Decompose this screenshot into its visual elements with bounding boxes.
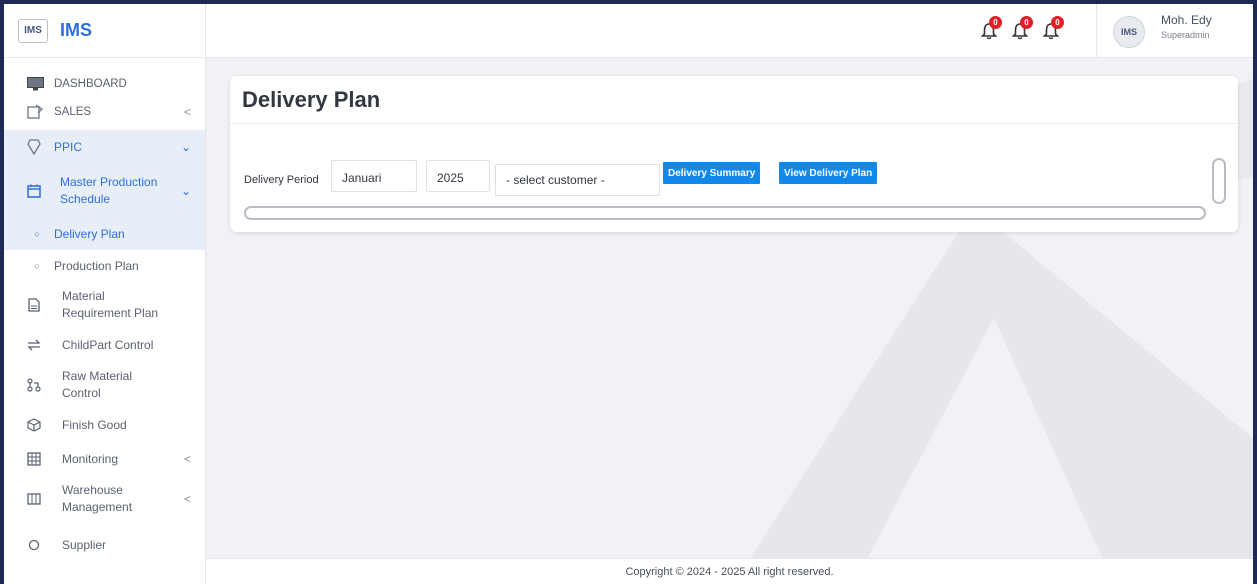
vertical-scrollbar[interactable] bbox=[1212, 158, 1226, 204]
box-icon bbox=[26, 417, 42, 433]
chevron-left-icon: < bbox=[183, 492, 191, 506]
copyright-text: Copyright © 2024 - 2025 All right reserv… bbox=[625, 565, 834, 578]
sidebar-item-sales[interactable]: SALES < bbox=[4, 98, 205, 126]
chevron-down-icon: ⌄ bbox=[180, 140, 191, 154]
circle-bullet-icon: ○ bbox=[34, 229, 40, 239]
sidebar-item-dashboard[interactable]: DASHBOARD bbox=[4, 70, 205, 98]
app-frame: IMS IMS DASHBOARD SALES < PPIC ⌄ Master … bbox=[4, 4, 1253, 584]
sidebar-item-label: Delivery Plan bbox=[54, 227, 125, 241]
footer: Copyright © 2024 - 2025 All right reserv… bbox=[206, 558, 1253, 584]
page-title: Delivery Plan bbox=[230, 76, 1238, 124]
sidebar-item-label: Raw Material Control bbox=[62, 369, 133, 400]
chevron-left-icon: < bbox=[183, 105, 191, 119]
monitor-icon bbox=[26, 76, 44, 92]
sidebar-item-warehouse-management[interactable]: Warehouse Management < bbox=[4, 476, 205, 522]
sidebar-menu: DASHBOARD SALES < PPIC ⌄ Master Producti… bbox=[4, 58, 205, 568]
sidebar-item-supplier[interactable]: Supplier bbox=[4, 522, 205, 568]
sidebar: IMS IMS DASHBOARD SALES < PPIC ⌄ Master … bbox=[4, 4, 206, 584]
brand-name: IMS bbox=[60, 20, 93, 40]
delivery-plan-card: Delivery Plan Delivery Period Januari 20… bbox=[230, 76, 1238, 232]
brand-logo: IMS bbox=[18, 18, 48, 43]
sidebar-item-label: PPIC bbox=[54, 140, 83, 154]
user-role: Superadmin bbox=[1161, 30, 1210, 40]
sidebar-item-label: Material Requirement Plan bbox=[62, 289, 159, 320]
sidebar-item-monitoring[interactable]: Monitoring < bbox=[4, 442, 205, 476]
sidebar-item-delivery-plan[interactable]: ○ Delivery Plan bbox=[4, 218, 205, 250]
circle-icon bbox=[26, 537, 42, 553]
sidebar-item-master-production-schedule[interactable]: Master Production Schedule ⌄ bbox=[4, 164, 205, 218]
user-name[interactable]: Moh. Edy bbox=[1161, 13, 1212, 27]
sidebar-item-label: SALES bbox=[54, 106, 92, 118]
period-select[interactable]: Januari bbox=[331, 160, 417, 192]
chevron-left-icon: < bbox=[183, 452, 191, 466]
warehouse-icon bbox=[26, 491, 42, 507]
top-header: 0 0 0 IMS Moh. Edy Superadmin bbox=[206, 4, 1253, 58]
sales-icon bbox=[26, 104, 44, 120]
branch-icon bbox=[26, 377, 42, 393]
sidebar-item-label: Production Plan bbox=[54, 259, 139, 273]
sidebar-item-label: ChildPart Control bbox=[62, 337, 154, 352]
swap-icon bbox=[26, 337, 42, 353]
grid-icon bbox=[26, 451, 42, 467]
sidebar-item-label: Warehouse Management bbox=[62, 483, 133, 514]
delivery-summary-button[interactable]: Delivery Summary bbox=[663, 162, 761, 184]
year-input[interactable]: 2025 bbox=[426, 160, 490, 192]
chevron-down-icon: ⌄ bbox=[180, 184, 191, 198]
notification-badge: 0 bbox=[989, 16, 1002, 29]
brand[interactable]: IMS IMS bbox=[4, 4, 205, 58]
notification-bell-2[interactable]: 0 bbox=[1011, 16, 1033, 40]
sidebar-item-raw-material-control[interactable]: Raw Material Control bbox=[4, 362, 205, 408]
customer-select[interactable]: - select customer - bbox=[495, 164, 660, 196]
sidebar-item-label: Monitoring bbox=[62, 451, 119, 466]
sidebar-item-label: DASHBOARD bbox=[54, 78, 127, 90]
view-delivery-plan-button[interactable]: View Delivery Plan bbox=[779, 162, 878, 184]
header-divider bbox=[1096, 4, 1097, 58]
notification-badge: 0 bbox=[1051, 16, 1064, 29]
sidebar-item-material-requirement-plan[interactable]: Material Requirement Plan bbox=[4, 282, 205, 328]
sidebar-item-production-plan[interactable]: ○ Production Plan bbox=[4, 250, 205, 282]
sidebar-item-label: Supplier bbox=[62, 537, 107, 552]
sidebar-item-label: Master Production Schedule bbox=[60, 175, 158, 206]
sidebar-item-ppic[interactable]: PPIC ⌄ bbox=[4, 130, 205, 164]
sidebar-item-finish-good[interactable]: Finish Good bbox=[4, 408, 205, 442]
notification-bell-1[interactable]: 0 bbox=[980, 16, 1002, 40]
calendar-icon bbox=[26, 183, 42, 199]
notification-bell-3[interactable]: 0 bbox=[1042, 16, 1064, 40]
sidebar-item-childpart-control[interactable]: ChildPart Control bbox=[4, 328, 205, 362]
sidebar-item-label: Finish Good bbox=[62, 417, 127, 432]
notification-badge: 0 bbox=[1020, 16, 1033, 29]
delivery-period-label: Delivery Period bbox=[244, 174, 319, 186]
horizontal-scrollbar[interactable] bbox=[244, 206, 1206, 220]
circle-bullet-icon: ○ bbox=[34, 261, 40, 271]
avatar[interactable]: IMS bbox=[1113, 16, 1145, 48]
ppic-icon bbox=[26, 139, 42, 155]
document-icon bbox=[26, 297, 42, 313]
